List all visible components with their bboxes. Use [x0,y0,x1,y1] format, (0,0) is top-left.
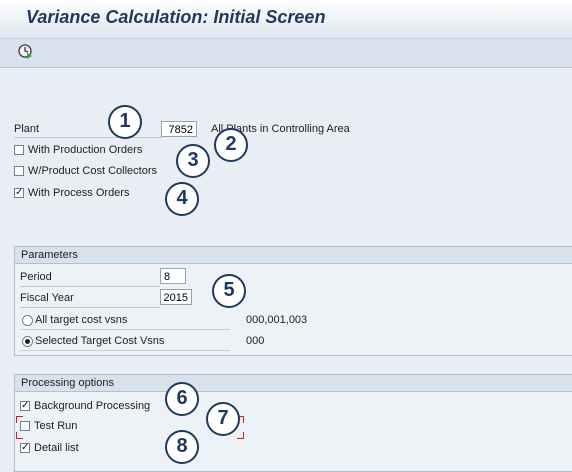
with-production-orders-checkbox[interactable] [14,145,24,155]
with-production-orders-label: With Production Orders [28,144,143,156]
fiscal-year-input[interactable] [160,289,192,305]
highlight-corner [237,432,244,439]
row-divider [20,350,230,351]
fiscal-year-label: Fiscal Year [20,292,74,304]
all-target-cost-vsns-radio[interactable] [22,315,33,326]
page-title: Variance Calculation: Initial Screen [26,7,326,27]
highlight-corner [16,416,23,423]
detail-list-checkbox[interactable]: ✓ [20,443,30,453]
detail-list-label: Detail list [34,442,79,454]
plant-label: Plant [14,123,40,135]
callout-8: 8 [165,430,199,464]
background-processing-checkbox[interactable]: ✓ [20,401,30,411]
test-run-label: Test Run [34,420,78,432]
background-processing-label: Background Processing [34,400,151,412]
w-product-cost-collectors-label: W/Product Cost Collectors [28,165,157,177]
w-product-cost-collectors-checkbox[interactable] [14,166,24,176]
execute-icon[interactable] [16,42,34,60]
period-input[interactable] [160,268,186,284]
callout-3: 3 [176,144,210,178]
processing-options-header: Processing options [15,375,572,392]
fiscal-year-underline [20,307,160,308]
all-target-cost-vsns-label: All target cost vsns [35,314,128,326]
selected-target-cost-vsns-radio[interactable] [22,336,33,347]
callout-1: 1 [108,105,142,139]
application-toolbar [0,38,572,68]
callout-6: 6 [165,382,199,416]
highlight-corner [16,432,23,439]
period-underline [20,286,160,287]
with-process-orders-checkbox[interactable]: ✓ [14,188,24,198]
callout-2: 2 [214,128,248,162]
selected-target-cost-vsns-label: Selected Target Cost Vsns [35,335,165,347]
all-target-cost-vsns-value: 000,001,003 [246,314,308,326]
period-label: Period [20,271,52,283]
plant-input[interactable] [161,121,197,137]
selected-target-cost-vsns-value: 000 [246,335,265,347]
parameters-header: Parameters [15,247,572,264]
plant-underline [14,137,162,138]
row-divider [20,329,230,330]
callout-4: 4 [165,182,199,216]
with-process-orders-label: With Process Orders [28,187,130,199]
callout-7: 7 [206,402,240,436]
callout-5: 5 [212,274,246,308]
